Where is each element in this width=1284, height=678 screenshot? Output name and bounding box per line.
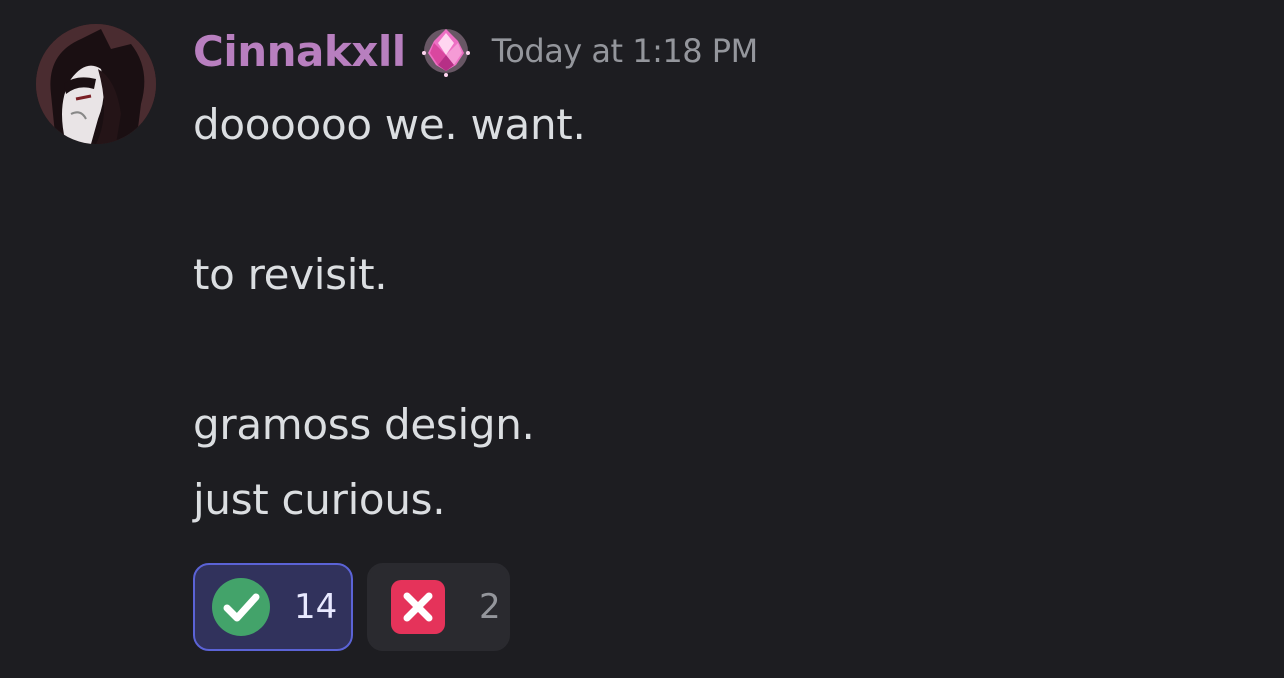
message-timestamp[interactable]: Today at 1:18 PM [492,32,758,70]
check-mark-icon [210,576,272,638]
message-line: doooooo we. want. [193,100,586,149]
username[interactable]: Cinnakxll [193,27,406,76]
message-line: to revisit. [193,250,388,299]
message-line: just curious. [193,475,446,524]
avatar-image [36,24,156,144]
reactions-bar: 14 2 [193,563,510,651]
reaction-cross[interactable]: 2 [367,563,510,651]
reaction-check[interactable]: 14 [193,563,353,651]
message-header: Cinnakxll Today at 1:18 PM [193,18,758,84]
cross-mark-icon [387,576,449,638]
chat-message: Cinnakxll Today at 1:18 PM doooooo we. w… [0,0,1284,678]
pink-crystal-badge-icon[interactable] [420,25,472,77]
user-avatar[interactable] [36,24,156,144]
message-line: gramoss design. [193,400,535,449]
reaction-count: 2 [479,587,501,627]
reaction-count: 14 [294,587,338,627]
